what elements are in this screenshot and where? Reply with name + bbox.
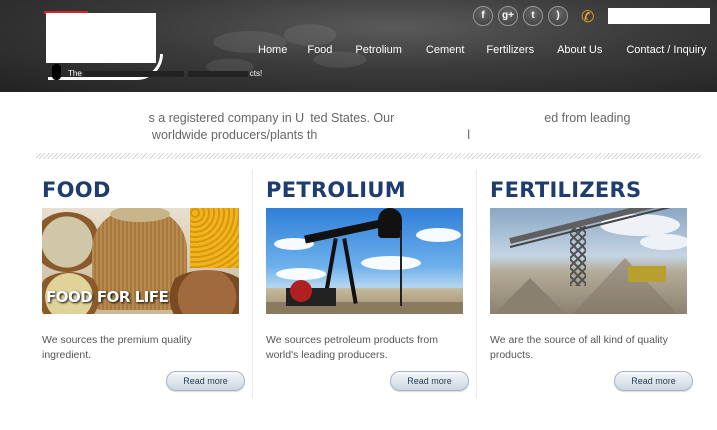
intro-line-1: s a registered company in Uted States. O… xyxy=(148,111,631,125)
petrolium-card: PETROLIUM We sources petroleum products … xyxy=(266,168,476,398)
rss-icon[interactable]: ) xyxy=(548,6,568,26)
intro-line-2: worldwide producers/plants th l xyxy=(151,128,471,142)
nav-item-contact-inquiry[interactable]: Contact / Inquiry xyxy=(626,44,706,56)
logo-drop xyxy=(52,64,61,80)
nav-item-fertilizers[interactable]: Fertilizers xyxy=(486,44,534,56)
intro-text: s a registered company in Uted States. O… xyxy=(0,110,717,144)
fertilizers-card: FERTILIZERS We are the source of all kin… xyxy=(490,168,700,398)
tagline-start: The xyxy=(68,69,82,78)
food-image-label: FOOD FOR LIFE xyxy=(46,288,169,306)
section-divider xyxy=(36,153,701,159)
fertilizers-read-more-button[interactable]: Read more xyxy=(614,371,693,391)
phone-number xyxy=(608,8,710,24)
fertilizers-title: FERTILIZERS xyxy=(490,178,642,202)
phone-icon: ✆ xyxy=(581,9,595,26)
tagline-end: cts! xyxy=(249,69,263,78)
twitter-icon[interactable]: t xyxy=(523,6,543,26)
tagline: The cts! xyxy=(68,69,262,78)
nav-item-cement[interactable]: Cement xyxy=(426,44,465,56)
social-links: f g+ t ) xyxy=(473,6,568,26)
site-header: The cts! f g+ t ) ✆ Home Food Petrolium C… xyxy=(0,0,717,92)
petrolium-description: We sources petroleum products from world… xyxy=(266,334,438,361)
column-separator xyxy=(476,170,477,398)
google-plus-icon[interactable]: g+ xyxy=(498,6,518,26)
nav-item-about-us[interactable]: About Us xyxy=(557,44,602,56)
main-nav: Home Food Petrolium Cement Fertilizers A… xyxy=(258,44,706,56)
nav-item-food[interactable]: Food xyxy=(307,44,332,56)
food-image: FOOD FOR LIFE xyxy=(42,208,239,314)
petrolium-title: PETROLIUM xyxy=(266,178,406,202)
food-card: FOOD FOOD FOR LIFE We sources the premiu… xyxy=(42,168,252,398)
petrolium-image xyxy=(266,208,463,314)
food-title: FOOD xyxy=(42,178,111,202)
nav-item-petrolium[interactable]: Petrolium xyxy=(355,44,401,56)
fertilizers-description: We are the source of all kind of quality… xyxy=(490,334,668,361)
fertilizers-image xyxy=(490,208,687,314)
column-separator xyxy=(252,170,253,398)
nav-item-home[interactable]: Home xyxy=(258,44,287,56)
facebook-icon[interactable]: f xyxy=(473,6,493,26)
food-description: We sources the premium quality ingredien… xyxy=(42,334,192,361)
food-read-more-button[interactable]: Read more xyxy=(166,371,245,391)
petrolium-read-more-button[interactable]: Read more xyxy=(390,371,469,391)
